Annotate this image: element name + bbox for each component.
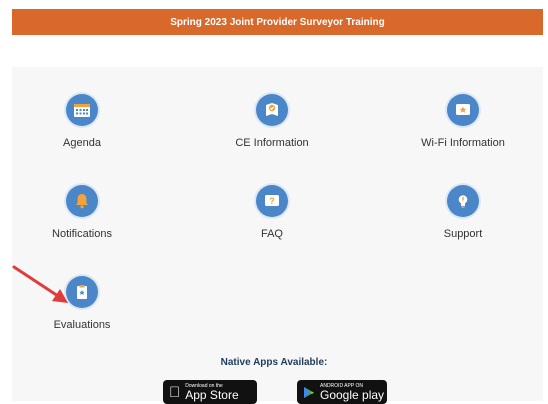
app-store-big-text: App Store: [174, 387, 238, 402]
native-apps-heading: Native Apps Available:: [220, 357, 328, 368]
annotation-arrow: [12, 265, 68, 303]
google-play-badge[interactable]: ANDROID APP ON Google play: [297, 380, 387, 404]
app-store-badge[interactable]:  Download on the App Store: [163, 380, 257, 404]
google-play-big-text: Google play: [320, 387, 385, 402]
apple-icon: : [169, 385, 180, 400]
google-play-icon: [304, 386, 314, 398]
